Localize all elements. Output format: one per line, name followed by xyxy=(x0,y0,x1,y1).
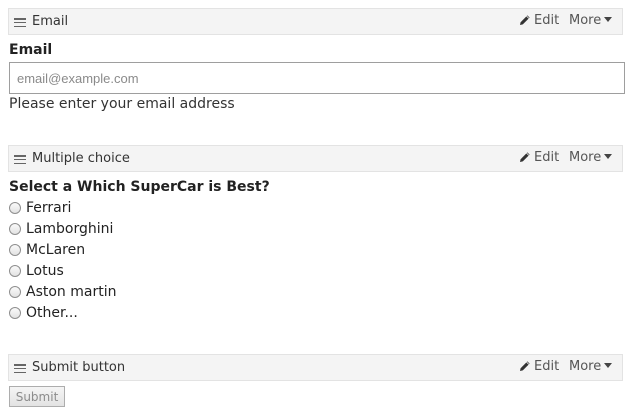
hamburger-icon[interactable] xyxy=(14,155,26,165)
submit-button[interactable]: Submit xyxy=(9,386,65,407)
more-label: More xyxy=(569,13,602,28)
pencil-icon xyxy=(520,361,530,371)
hamburger-icon[interactable] xyxy=(14,18,26,28)
radio-button[interactable] xyxy=(9,223,21,235)
more-label: More xyxy=(569,150,602,165)
edit-label: Edit xyxy=(534,150,560,165)
pencil-icon xyxy=(520,152,530,162)
block-title-email: Email xyxy=(32,14,69,29)
edit-multiple-choice-button[interactable]: Edit xyxy=(519,150,559,165)
hamburger-icon[interactable] xyxy=(14,364,26,374)
radio-option-label: Lotus xyxy=(26,263,64,279)
email-help-text: Please enter your email address xyxy=(9,96,235,112)
block-header-submit-button: Submit button Edit More xyxy=(8,354,623,381)
caret-down-icon xyxy=(604,17,613,22)
radio-option-label: McLaren xyxy=(26,242,86,258)
block-header-multiple-choice: Multiple choice Edit More xyxy=(8,145,623,172)
radio-button[interactable] xyxy=(9,244,21,256)
radio-option-label: Lamborghini xyxy=(26,221,114,237)
block-header-email: Email Edit More xyxy=(8,8,623,35)
block-title-submit-button: Submit button xyxy=(32,360,126,375)
more-email-button[interactable]: More xyxy=(569,13,613,28)
more-multiple-choice-button[interactable]: More xyxy=(569,150,613,165)
email-field[interactable] xyxy=(9,62,625,94)
question-label: Select a Which SuperCar is Best? xyxy=(9,179,270,195)
radio-button[interactable] xyxy=(9,202,21,214)
email-label: Email xyxy=(9,42,53,58)
radio-button[interactable] xyxy=(9,265,21,277)
edit-label: Edit xyxy=(534,359,560,374)
more-submit-button-button[interactable]: More xyxy=(569,359,613,374)
caret-down-icon xyxy=(604,363,613,368)
radio-option-label: Aston martin xyxy=(26,284,117,300)
radio-option-label: Other... xyxy=(26,305,78,321)
pencil-icon xyxy=(520,15,530,25)
caret-down-icon xyxy=(604,154,613,159)
edit-submit-button-button[interactable]: Edit xyxy=(519,359,559,374)
edit-email-button[interactable]: Edit xyxy=(519,13,559,28)
edit-label: Edit xyxy=(534,13,560,28)
radio-button[interactable] xyxy=(9,307,21,319)
more-label: More xyxy=(569,359,602,374)
radio-button[interactable] xyxy=(9,286,21,298)
radio-option-label: Ferrari xyxy=(26,200,72,216)
block-title-multiple-choice: Multiple choice xyxy=(32,151,130,166)
